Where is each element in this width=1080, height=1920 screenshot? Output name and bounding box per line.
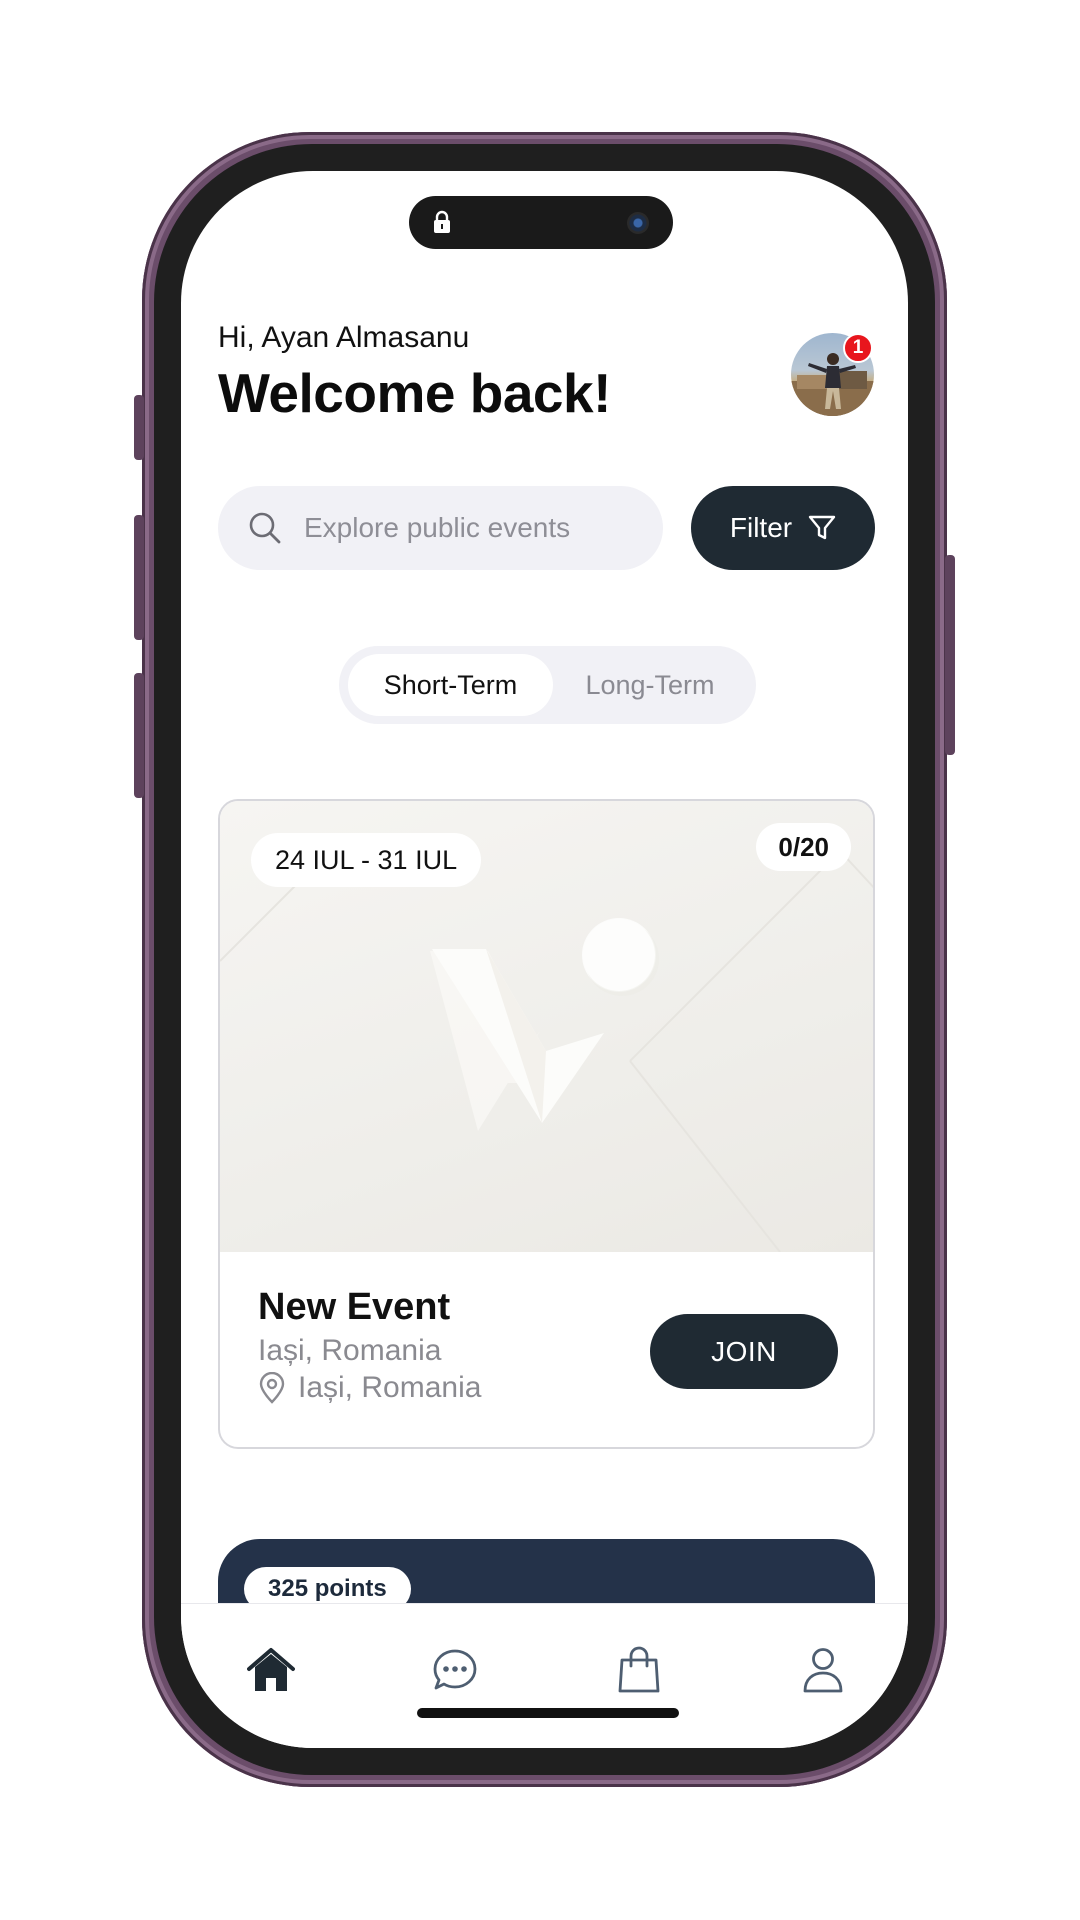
greeting-text: Hi, Ayan Almasanu: [218, 321, 470, 354]
join-button[interactable]: JOIN: [650, 1314, 838, 1389]
date-range-badge: 24 IUL - 31 IUL: [251, 833, 482, 887]
location-pin-icon: [259, 1372, 285, 1404]
tab-chat[interactable]: [427, 1642, 483, 1698]
tab-long-term[interactable]: Long-Term: [553, 654, 747, 716]
event-city: Iași, Romania: [258, 1334, 442, 1367]
event-title: New Event: [258, 1286, 451, 1328]
filter-icon: [808, 515, 836, 540]
volume-up-button: [134, 515, 144, 640]
camera-icon: [627, 212, 649, 234]
search-icon: [249, 512, 281, 544]
term-toggle: Short-Term Long-Term: [339, 646, 756, 724]
shopping-bag-icon: [618, 1646, 660, 1693]
tab-short-term[interactable]: Short-Term: [348, 654, 553, 716]
power-button: [945, 555, 955, 755]
page-title: Welcome back!: [218, 362, 611, 424]
bottom-tab-bar: [181, 1603, 908, 1748]
action-button: [134, 395, 144, 460]
tab-profile[interactable]: [795, 1642, 851, 1698]
capacity-badge: 0/20: [756, 823, 851, 871]
event-location: Iași, Romania: [258, 1371, 481, 1405]
volume-down-button: [134, 673, 144, 798]
dynamic-island: [409, 196, 673, 249]
event-location-text: Iași, Romania: [298, 1371, 482, 1404]
tab-home[interactable]: [243, 1642, 299, 1698]
filter-button-label: Filter: [729, 512, 793, 543]
notification-badge: 1: [843, 333, 873, 363]
phone-screen: Hi, Ayan Almasanu Welcome back! 1 Filter…: [181, 171, 908, 1748]
search-input[interactable]: [304, 512, 624, 544]
lock-icon: [434, 210, 450, 233]
tab-shop[interactable]: [611, 1642, 667, 1698]
search-box[interactable]: [218, 486, 663, 570]
event-card[interactable]: 24 IUL - 31 IUL 0/20 New Event Iași, Rom…: [218, 799, 875, 1449]
home-icon: [247, 1648, 295, 1691]
chat-icon: [433, 1649, 477, 1690]
filter-button[interactable]: Filter: [691, 486, 875, 570]
profile-icon: [803, 1648, 843, 1693]
home-indicator[interactable]: [417, 1708, 679, 1718]
